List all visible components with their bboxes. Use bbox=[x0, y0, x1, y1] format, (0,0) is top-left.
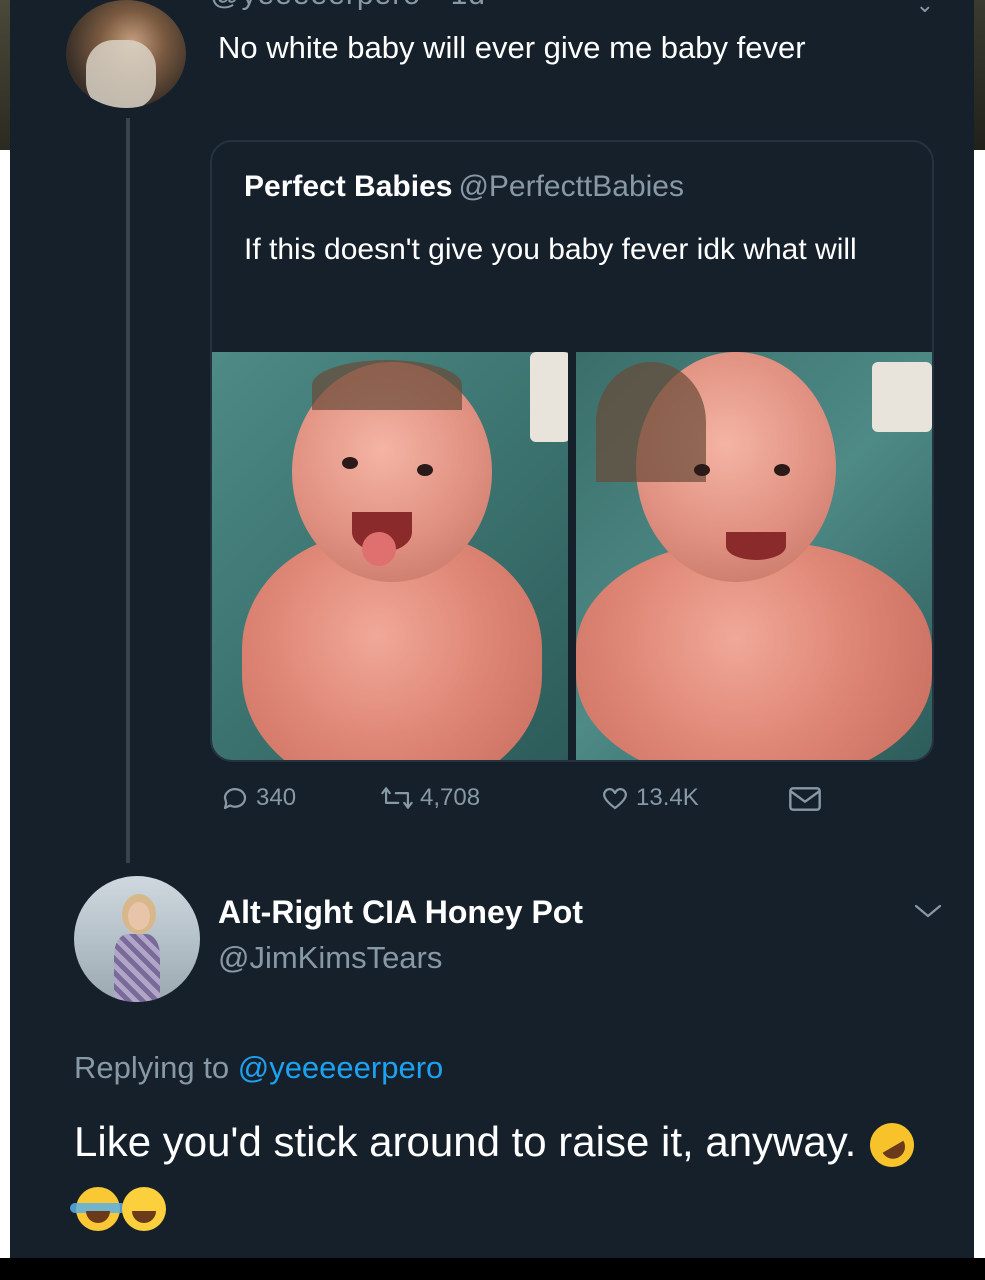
heart-icon bbox=[602, 787, 628, 810]
like-count: 13.4K bbox=[636, 784, 699, 811]
chevron-down-icon[interactable] bbox=[910, 898, 946, 924]
replying-to-label: Replying to bbox=[74, 1050, 230, 1085]
tweet-thread-screen: @yeeeeerpero · 1d ⌄ No white baby will e… bbox=[10, 0, 974, 1258]
reply-count: 340 bbox=[256, 784, 297, 811]
bottom-edge-bar bbox=[0, 1258, 985, 1280]
retweet-count: 4,708 bbox=[420, 784, 481, 811]
grinning-emoji-icon bbox=[122, 1186, 166, 1231]
baby-eye bbox=[342, 457, 358, 469]
quoted-tweet-text: If this doesn't give you baby fever idk … bbox=[244, 233, 857, 266]
avatar-figure-dress bbox=[114, 934, 160, 1002]
quoted-tweet-handle: @PerfecttBabies bbox=[458, 170, 684, 203]
baby-eye bbox=[694, 464, 710, 476]
baby-photo-2[interactable] bbox=[576, 352, 932, 760]
like-action[interactable]: 13.4K bbox=[600, 783, 699, 813]
baby-photo-1[interactable] bbox=[212, 352, 568, 760]
envelope-icon bbox=[789, 787, 821, 811]
replying-to-mention[interactable]: @yeeeeerpero bbox=[238, 1050, 444, 1085]
tweet-header-partial: @yeeeeerpero · 1d bbox=[210, 0, 486, 12]
reply-author-handle[interactable]: @JimKimsTears bbox=[218, 940, 442, 976]
reply-author-name[interactable]: Alt-Right CIA Honey Pot bbox=[218, 894, 583, 931]
baby-eye bbox=[417, 464, 433, 476]
baby-tongue bbox=[362, 532, 396, 566]
retweet-action[interactable]: 4,708 bbox=[380, 783, 480, 813]
reply-text: Like you'd stick around to raise it, any… bbox=[74, 1118, 857, 1165]
tub-label bbox=[872, 362, 932, 432]
reply-action[interactable]: 340 bbox=[220, 783, 296, 813]
rolling-laughing-emoji-icon bbox=[861, 1114, 923, 1175]
baby-eye bbox=[774, 464, 790, 476]
direct-message-action[interactable] bbox=[786, 783, 824, 815]
baby-hair bbox=[312, 360, 462, 410]
retweet-icon bbox=[381, 787, 413, 809]
quoted-tweet-card[interactable]: Perfect Babies @PerfecttBabies If this do… bbox=[210, 140, 934, 762]
avatar-figure bbox=[86, 40, 156, 108]
baby-mouth bbox=[726, 532, 786, 560]
thread-connector-line bbox=[126, 118, 130, 863]
chevron-down-icon[interactable]: ⌄ bbox=[916, 0, 934, 18]
avatar[interactable] bbox=[66, 0, 186, 108]
avatar[interactable] bbox=[74, 876, 200, 1002]
reply-icon bbox=[223, 788, 247, 810]
tweet-text: No white baby will ever give me baby fev… bbox=[218, 30, 806, 65]
replying-to-line: Replying to @yeeeeerpero bbox=[74, 1050, 443, 1086]
quoted-tweet-name: Perfect Babies bbox=[244, 170, 453, 203]
background-edge-right bbox=[973, 0, 985, 150]
tears-of-joy-emoji-icon bbox=[70, 1186, 126, 1231]
baby-hair bbox=[596, 362, 706, 482]
quoted-tweet-author: Perfect Babies @PerfecttBabies bbox=[244, 170, 684, 204]
tub-label bbox=[530, 352, 568, 442]
reply-tweet-text: Like you'd stick around to raise it, any… bbox=[70, 1110, 934, 1238]
avatar-figure-face bbox=[128, 902, 150, 930]
